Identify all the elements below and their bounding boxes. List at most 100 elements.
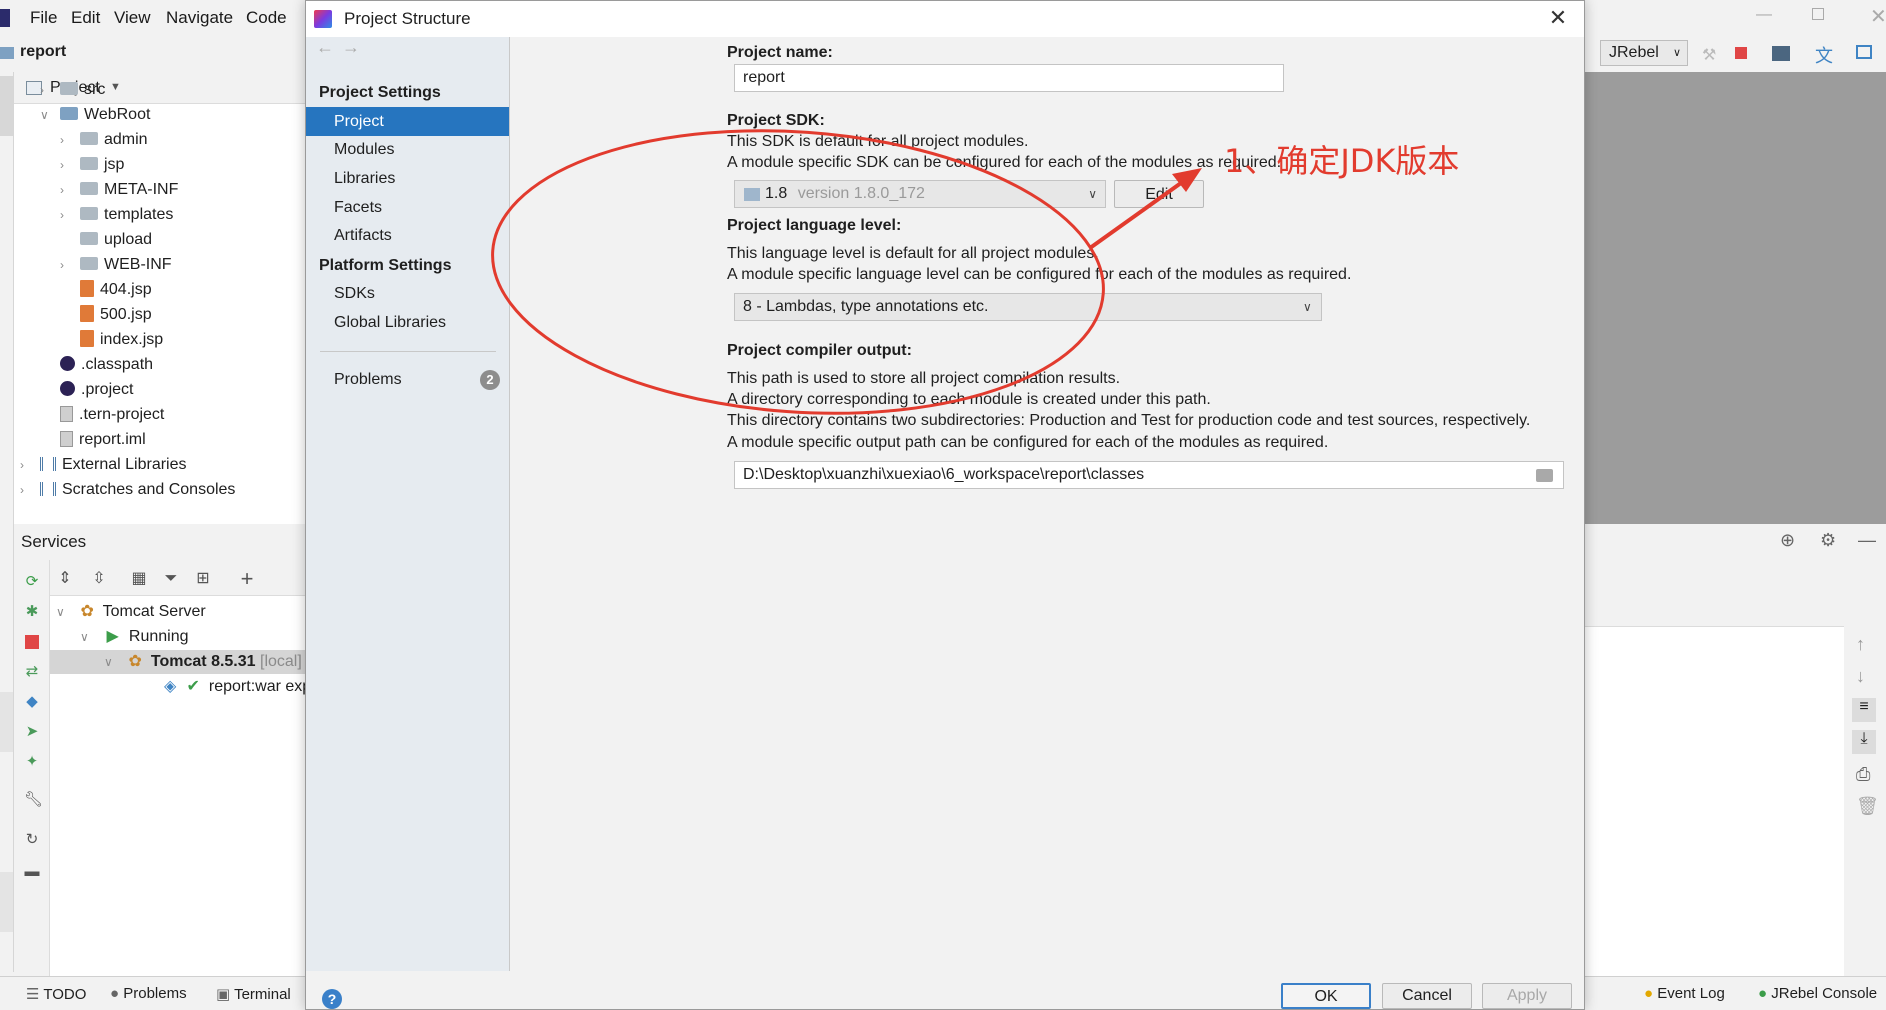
layout-icon[interactable]: ▬ <box>24 864 40 880</box>
group-by-icon[interactable]: ▦ <box>130 570 148 588</box>
todo-tab[interactable]: ☰ TODO <box>26 985 86 1003</box>
chevron-down-icon[interactable]: ∨ <box>56 600 68 624</box>
structure-tool-tab[interactable] <box>0 692 13 752</box>
nav-project-name[interactable]: report <box>20 43 66 61</box>
event-log-tab[interactable]: ● Event Log <box>1644 985 1725 1002</box>
tree-row-project[interactable]: .project <box>14 378 133 402</box>
minimize-icon[interactable]: — <box>1756 6 1772 24</box>
sidebar-item-modules[interactable]: Modules <box>306 135 509 164</box>
sidebar-item-global-libraries[interactable]: Global Libraries <box>306 308 509 337</box>
back-arrow-icon[interactable]: ← <box>316 37 334 58</box>
ok-button[interactable]: OK <box>1281 983 1371 1009</box>
tree-row-upload[interactable]: upload <box>14 228 152 252</box>
chevron-down-icon[interactable]: ∨ <box>80 625 92 649</box>
chevron-right-icon[interactable]: › <box>40 78 52 102</box>
sdk-select[interactable]: 1.8 version 1.8.0_172 ∨ <box>734 180 1106 208</box>
trash-icon[interactable]: 🗑︎ <box>1856 796 1879 817</box>
tree-row-tern-project[interactable]: .tern-project <box>14 403 164 427</box>
tree-row-report-iml[interactable]: report.iml <box>14 428 146 452</box>
chevron-down-icon[interactable]: ▼ <box>110 81 121 93</box>
stop-icon[interactable] <box>24 634 40 650</box>
filter-icon[interactable]: ⏷ <box>162 570 180 588</box>
help-icon[interactable]: ? <box>322 989 342 1009</box>
jrebel-console-tab[interactable]: ● JRebel Console <box>1758 985 1877 1002</box>
tree-row-classpath[interactable]: .classpath <box>14 353 153 377</box>
chevron-right-icon[interactable]: › <box>60 178 72 202</box>
tree-row-404-jsp[interactable]: 404.jsp <box>14 278 152 302</box>
sidebar-item-artifacts[interactable]: Artifacts <box>306 221 509 250</box>
wrench-icon[interactable]: 🔧︎ <box>24 792 43 808</box>
terminal-tab[interactable]: ▣ Terminal <box>216 985 291 1003</box>
tree-row-webroot[interactable]: ∨ WebRoot <box>14 103 150 127</box>
tree-row-index-jsp[interactable]: index.jsp <box>14 328 163 352</box>
tree-row-tomcat-server[interactable]: ∨ ✿ Tomcat Server <box>50 600 206 624</box>
sidebar-item-sdks[interactable]: SDKs <box>306 279 509 308</box>
jrebel-dropdown[interactable]: JRebel ∨ <box>1600 40 1688 66</box>
down-arrow-icon[interactable]: ↓ <box>1856 666 1865 687</box>
tree-row-500-jsp[interactable]: 500.jsp <box>14 303 152 327</box>
refresh-icon[interactable]: ↻ <box>24 832 40 848</box>
rerun-icon[interactable]: ⟳ <box>24 574 40 590</box>
tree-row-src[interactable]: › src <box>14 78 105 102</box>
apply-button[interactable]: Apply <box>1482 983 1572 1009</box>
menu-navigate[interactable]: Navigate <box>166 8 233 28</box>
sidebar-item-libraries[interactable]: Libraries <box>306 164 509 193</box>
new-tab-icon[interactable]: ⊞ <box>194 570 212 588</box>
language-level-select[interactable]: 8 - Lambdas, type annotations etc. <box>734 293 1322 321</box>
chevron-right-icon[interactable]: › <box>60 153 72 177</box>
hide-icon[interactable]: — <box>1858 530 1876 551</box>
close-icon[interactable]: ✕ <box>1546 7 1570 31</box>
sidebar-item-facets[interactable]: Facets <box>306 193 509 222</box>
add-icon[interactable]: + <box>238 568 256 590</box>
forward-arrow-icon[interactable]: → <box>342 37 360 58</box>
edit-sdk-button[interactable]: Edit <box>1114 180 1204 208</box>
favorites-tool-tab[interactable] <box>0 872 13 932</box>
menu-code[interactable]: Code <box>246 8 287 28</box>
project-name-input[interactable]: report <box>734 64 1284 92</box>
chevron-right-icon[interactable]: › <box>60 203 72 227</box>
artifacts-icon[interactable]: ◆ <box>24 694 40 710</box>
translate-icon[interactable]: 文 <box>1815 42 1833 68</box>
jrebel-debug-icon[interactable]: ✦ <box>24 754 40 770</box>
chevron-down-icon[interactable]: ∨ <box>104 650 116 674</box>
tree-row-external-libraries[interactable]: › External Libraries <box>14 453 187 477</box>
tree-row-jsp[interactable]: › jsp <box>14 153 124 177</box>
tree-row-templates[interactable]: › templates <box>14 203 173 227</box>
chevron-down-icon[interactable]: ∨ <box>40 103 52 127</box>
compiler-output-path-input[interactable]: D:\Desktop\xuanzhi\xuexiao\6_workspace\r… <box>734 461 1564 489</box>
restore-icon[interactable] <box>1812 8 1824 20</box>
gear-icon[interactable]: ⚙ <box>1820 530 1836 551</box>
hammer-icon[interactable]: ⚒ <box>1702 45 1720 64</box>
sidebar-item-problems[interactable]: Problems <box>306 365 509 394</box>
scroll-to-end-icon[interactable]: ⤓ <box>1852 730 1876 754</box>
menu-file[interactable]: File <box>30 8 57 28</box>
menu-edit[interactable]: Edit <box>71 8 100 28</box>
close-window-icon[interactable]: ✕ <box>1870 4 1886 29</box>
cancel-button[interactable]: Cancel <box>1382 983 1472 1009</box>
stop-icon[interactable] <box>1735 47 1747 59</box>
terminal-icon[interactable] <box>1856 45 1872 59</box>
tree-row-admin[interactable]: › admin <box>14 128 148 152</box>
print-icon[interactable]: ⎙ <box>1856 764 1870 785</box>
problems-tab[interactable]: ● Problems <box>110 985 187 1002</box>
tree-row-running[interactable]: ∨ ▶ Running <box>50 625 189 649</box>
tree-row-web-inf[interactable]: › WEB-INF <box>14 253 172 277</box>
target-icon[interactable]: ⊕ <box>1780 530 1795 551</box>
browse-folder-icon[interactable] <box>1536 469 1553 482</box>
sidebar-item-project[interactable]: Project <box>306 107 509 136</box>
expand-all-icon[interactable]: ⇕ <box>56 570 74 588</box>
project-tool-tab[interactable] <box>0 76 13 136</box>
chevron-right-icon[interactable]: › <box>60 253 72 277</box>
chevron-right-icon[interactable]: › <box>20 453 32 477</box>
collapse-all-icon[interactable]: ⇳ <box>90 570 108 588</box>
chevron-right-icon[interactable]: › <box>60 128 72 152</box>
chevron-right-icon[interactable]: › <box>20 478 32 502</box>
tree-row-scratches-and-consoles[interactable]: › Scratches and Consoles <box>14 478 235 502</box>
tree-row-artifact[interactable]: ◈ ✔ report:war expl <box>50 675 315 699</box>
tree-row-meta-inf[interactable]: › META-INF <box>14 178 178 202</box>
tree-row-tomcat-instance[interactable]: ∨ ✿ Tomcat 8.5.31 [local] <box>50 650 310 674</box>
jrebel-run-icon[interactable]: ➤ <box>24 724 40 740</box>
debug-icon[interactable]: ✱ <box>24 604 40 620</box>
menu-view[interactable]: View <box>114 8 151 28</box>
up-arrow-icon[interactable]: ↑ <box>1856 634 1865 655</box>
